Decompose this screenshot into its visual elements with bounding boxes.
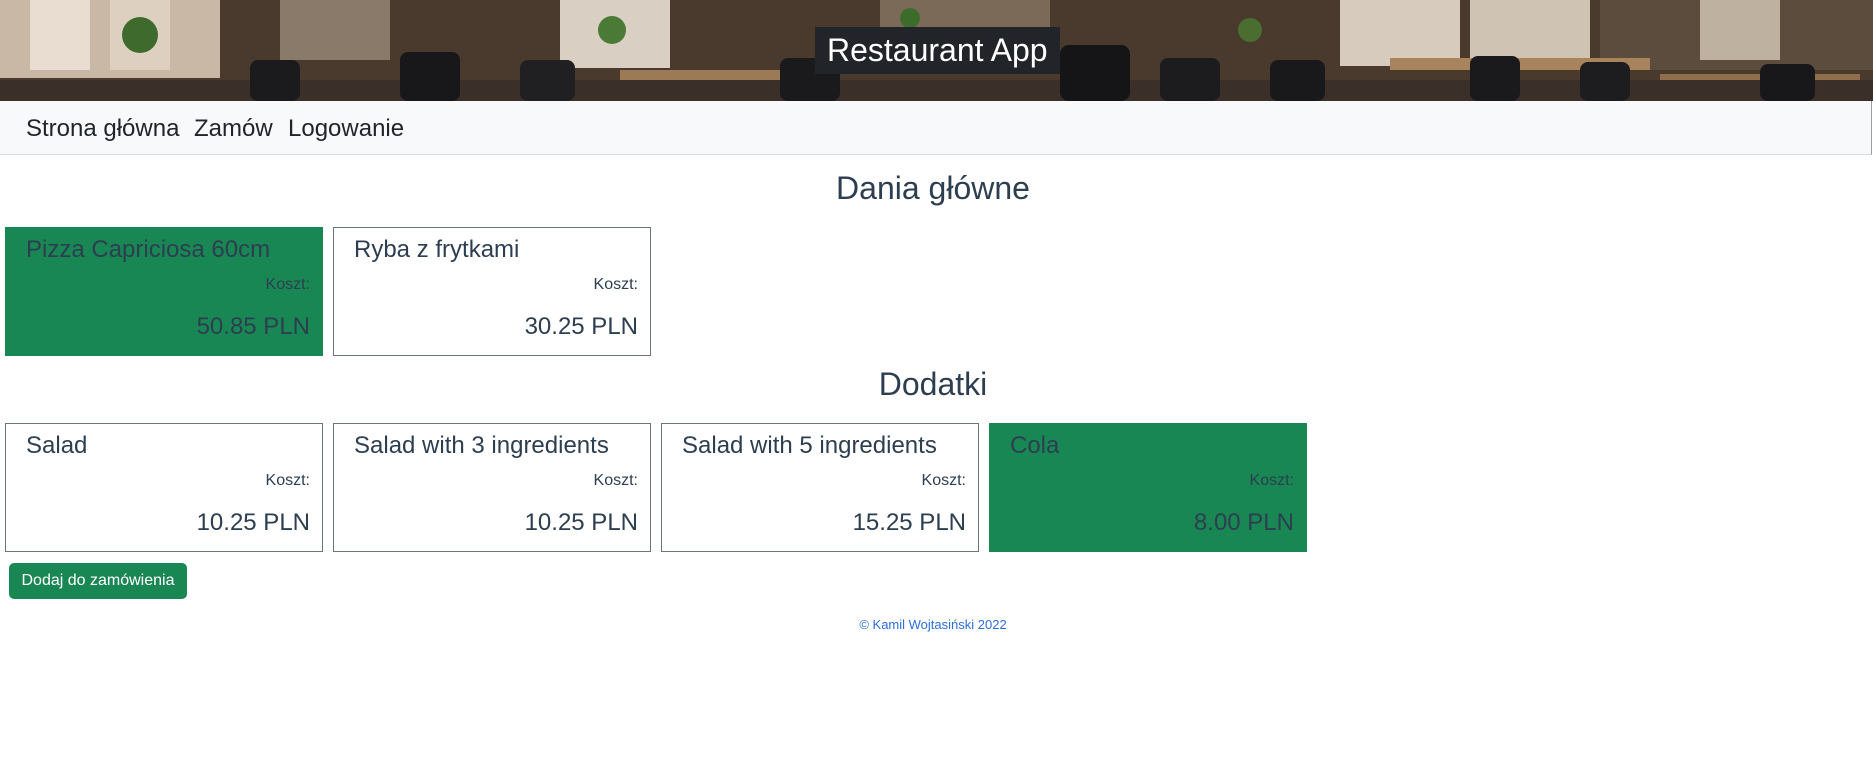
footer-copyright: © Kamil Wojtasiński 2022 xyxy=(859,617,1007,632)
header-banner: Restaurant App xyxy=(0,0,1873,101)
add-to-order-button[interactable]: Dodaj do zamówienia xyxy=(9,563,187,599)
navbar: Strona główna Zamów Logowanie xyxy=(0,101,1872,155)
nav-link-home[interactable]: Strona główna xyxy=(26,115,179,143)
menu-item-cost-label: Koszt: xyxy=(265,276,310,293)
app-title: Restaurant App xyxy=(815,27,1060,74)
menu-item-card[interactable]: Cola Koszt: 8.00 PLN xyxy=(989,423,1307,552)
menu-item-price: 10.25 PLN xyxy=(196,509,310,536)
menu-item-price: 50.85 PLN xyxy=(196,313,310,340)
nav-link-order[interactable]: Zamów xyxy=(194,115,273,143)
menu-item-name: Salad with 3 ingredients xyxy=(354,432,609,459)
menu-item-cost-label: Koszt: xyxy=(1249,472,1294,489)
menu-item-card[interactable]: Salad Koszt: 10.25 PLN xyxy=(5,423,323,552)
menu-item-name: Pizza Capriciosa 60cm xyxy=(26,236,271,263)
menu-item-price: 10.25 PLN xyxy=(524,509,638,536)
menu-item-card[interactable]: Ryba z frytkami Koszt: 30.25 PLN xyxy=(333,227,651,356)
section-title-extras: Dodatki xyxy=(878,366,988,402)
menu-item-card[interactable]: Salad with 3 ingredients Koszt: 10.25 PL… xyxy=(333,423,651,552)
menu-item-price: 8.00 PLN xyxy=(1193,509,1294,536)
menu-item-card[interactable]: Pizza Capriciosa 60cm Koszt: 50.85 PLN xyxy=(5,227,323,356)
menu-item-card[interactable]: Salad with 5 ingredients Koszt: 15.25 PL… xyxy=(661,423,979,552)
menu-item-price: 30.25 PLN xyxy=(524,313,638,340)
menu-item-name: Salad xyxy=(26,432,88,459)
nav-link-login[interactable]: Logowanie xyxy=(288,115,404,143)
section-title-main-dishes: Dania główne xyxy=(836,170,1030,206)
menu-item-name: Ryba z frytkami xyxy=(354,236,520,263)
menu-item-price: 15.25 PLN xyxy=(852,509,966,536)
menu-item-cost-label: Koszt: xyxy=(593,276,638,293)
menu-item-name: Salad with 5 ingredients xyxy=(682,432,937,459)
menu-item-name: Cola xyxy=(1010,432,1060,459)
menu-item-cost-label: Koszt: xyxy=(593,472,638,489)
menu-item-cost-label: Koszt: xyxy=(921,472,966,489)
menu-item-cost-label: Koszt: xyxy=(265,472,310,489)
